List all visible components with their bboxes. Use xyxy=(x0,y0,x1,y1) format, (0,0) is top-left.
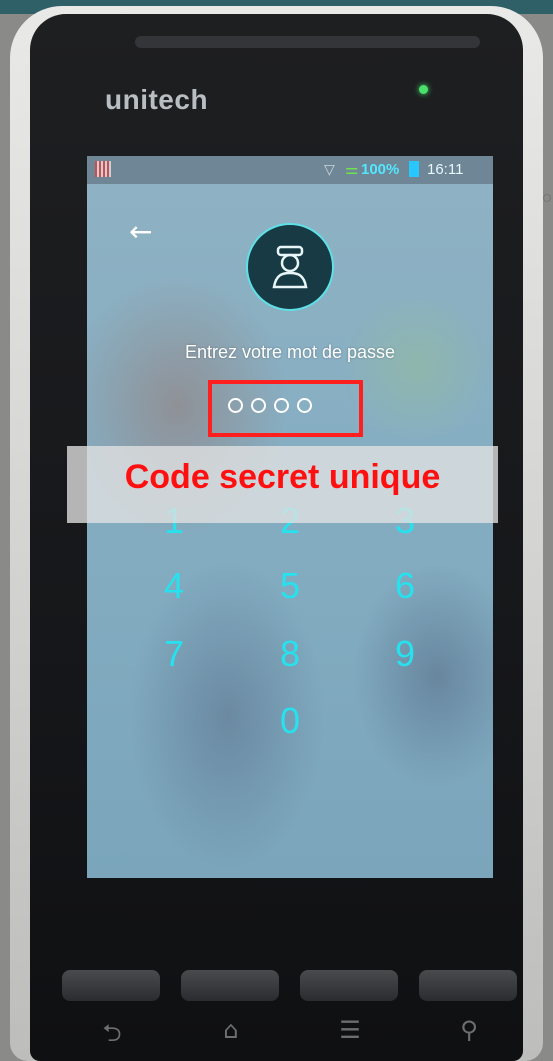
annotation-banner: Code secret unique xyxy=(67,446,498,523)
front-sensor xyxy=(543,194,551,202)
notification-icon xyxy=(95,161,111,177)
pin-dot xyxy=(274,398,289,413)
battery-level: 100% xyxy=(361,161,400,178)
annotation-label: Code secret unique xyxy=(124,458,441,496)
brand-logo: unitech xyxy=(105,84,209,115)
user-icon xyxy=(272,245,308,289)
menu-icon[interactable]: ☰ xyxy=(330,1016,370,1044)
search-icon[interactable]: ⚲ xyxy=(449,1016,489,1044)
home-icon[interactable]: ⌂ xyxy=(211,1016,251,1044)
password-prompt: Entrez votre mot de passe xyxy=(184,342,396,362)
key-5[interactable]: 5 xyxy=(255,561,325,611)
hardware-button-2[interactable] xyxy=(181,970,279,1001)
back-icon[interactable]: ⮌ xyxy=(92,1016,132,1057)
battery-icon xyxy=(409,161,419,177)
key-0[interactable]: 0 xyxy=(255,696,325,746)
key-7[interactable]: 7 xyxy=(139,629,209,679)
hardware-button-3[interactable] xyxy=(300,970,398,1001)
key-4[interactable]: 4 xyxy=(139,561,209,611)
user-avatar xyxy=(246,223,334,311)
key-8[interactable]: 8 xyxy=(255,629,325,679)
status-time: 16:11 xyxy=(427,161,464,178)
hardware-button-4[interactable] xyxy=(419,970,517,1001)
wifi-icon: ▽ xyxy=(324,161,335,177)
pin-dot xyxy=(228,398,243,413)
status-led xyxy=(419,85,428,94)
earpiece-speaker xyxy=(135,36,480,48)
back-arrow-icon[interactable]: ← xyxy=(129,218,152,246)
status-bar: ▽ ⚌ 100% 16:11 xyxy=(87,156,493,184)
key-6[interactable]: 6 xyxy=(370,561,440,611)
hardware-buttons xyxy=(62,970,517,1002)
pin-dot xyxy=(297,398,312,413)
key-9[interactable]: 9 xyxy=(370,629,440,679)
network-icon: ⚌ xyxy=(345,161,359,178)
hardware-button-1[interactable] xyxy=(62,970,160,1001)
navigation-bar: ⮌ ⌂ ☰ ⚲ xyxy=(62,1010,517,1052)
pin-dot xyxy=(251,398,266,413)
pin-indicator xyxy=(228,398,312,413)
